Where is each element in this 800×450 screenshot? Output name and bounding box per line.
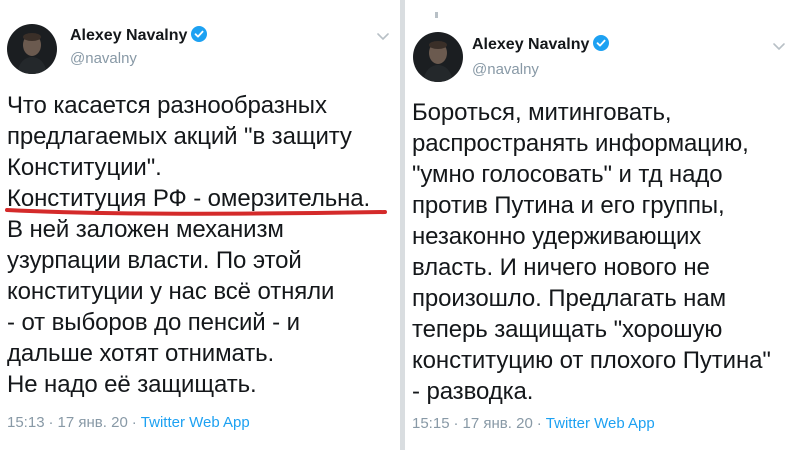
tweet-meta: 15:13 · 17 янв. 20 · Twitter Web App [7,414,250,431]
tweet-text-line: предлагаемых акций "в защиту [7,123,352,150]
tweet-card-left: Alexey Navalny @navalny Что касается раз… [0,0,400,450]
meta-separator: · [131,414,137,431]
chevron-down-icon[interactable] [375,30,391,42]
tweet-date[interactable]: 17 янв. 20 [58,414,128,431]
avatar-photo [7,24,57,74]
tweet-text-line: - от выборов до пенсий - и [7,309,300,336]
tweet-text-line: узурпации власти. По этой [7,247,302,274]
tweet-source-link[interactable]: Twitter Web App [546,415,655,432]
verified-badge-icon [593,35,610,56]
tweet-date[interactable]: 17 янв. 20 [463,415,533,432]
avatar[interactable] [7,24,57,74]
tweet-text-line: власть. И ничего нового не [412,254,710,281]
tweet-time[interactable]: 15:13 [7,414,45,431]
tweet-text-line: конституцию от плохого Путина" [412,347,771,374]
tweet-card-right: Alexey Navalny @navalny Бороться, митинг… [405,0,800,450]
meta-separator: · [48,414,54,431]
meta-separator: · [453,415,459,432]
tweet-text-line: произошло. Предлагать нам [412,285,726,312]
tweet-text-line: распространять информацию, [412,130,749,157]
tweet-source-link[interactable]: Twitter Web App [141,414,250,431]
verified-badge-icon [191,26,208,47]
red-highlight-underline [5,208,387,216]
tweet-text-line: "умно голосовать" и тд надо [412,161,723,188]
tweet-text-line: В ней заложен механизм [7,216,284,243]
display-name-text[interactable]: Alexey Navalny [70,27,187,44]
user-handle[interactable]: @navalny [70,50,137,67]
display-name[interactable]: Alexey Navalny [70,26,208,47]
meta-separator: · [536,415,542,432]
tweet-meta: 15:15 · 17 янв. 20 · Twitter Web App [412,415,655,432]
display-name[interactable]: Alexey Navalny [472,35,610,56]
tweet-text-line: Бороться, митинговать, [412,99,672,126]
tweet-text-line: Не надо её защищать. [7,371,257,398]
display-name-text[interactable]: Alexey Navalny [472,36,589,53]
scroll-tick [435,12,438,18]
tweet-text-line: конституции у нас всё отняли [7,278,335,305]
tweet-text-line: - разводка. [412,378,534,405]
tweet-text: Бороться, митинговать, распространять ин… [412,97,771,407]
tweet-text-line: против Путина и его группы, [412,192,725,219]
avatar-photo [413,32,463,82]
avatar[interactable] [413,32,463,82]
user-handle[interactable]: @navalny [472,61,539,78]
chevron-down-icon[interactable] [771,40,787,52]
tweet-text: Что касается разнообразных предлагаемых … [7,90,370,400]
tweet-text-line: теперь защищать "хорошую [412,316,723,343]
tweet-text-line: дальше хотят отнимать. [7,340,275,367]
tweet-text-line: незаконно удерживающих [412,223,702,250]
tweet-time[interactable]: 15:15 [412,415,450,432]
tweet-text-line: Что касается разнообразных [7,92,327,119]
tweet-text-line: Конституции". [7,154,162,181]
